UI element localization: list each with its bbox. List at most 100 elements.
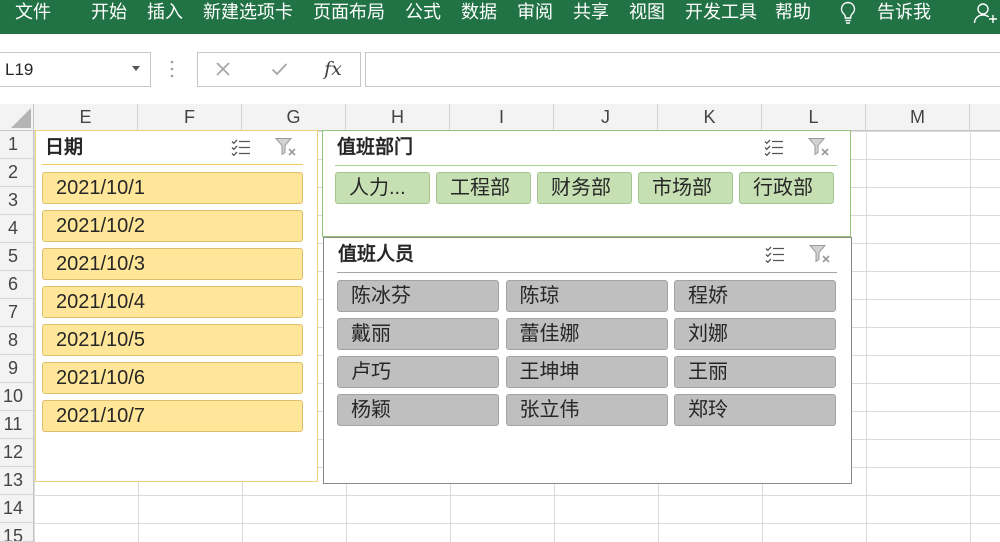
department-slicer: 值班部门 人力... 工程部 财务部 市场部 行政部 [322,130,851,237]
row-header-6[interactable]: 6 [0,271,33,299]
multi-select-icon[interactable] [231,138,251,156]
staff-item-button[interactable]: 陈冰芬 [337,280,499,312]
row-header-8[interactable]: 8 [0,327,33,355]
slicer-item-label: 刘娜 [688,323,728,345]
column-header-k[interactable]: K [658,104,762,130]
check-icon[interactable] [271,62,288,76]
date-item-button[interactable]: 2021/10/5 [42,324,303,356]
row-header-12[interactable]: 12 [0,439,33,467]
staff-item-button[interactable]: 郑玲 [674,394,836,426]
staff-item-button[interactable]: 杨颖 [337,394,499,426]
slicer-header-divider [337,272,837,273]
staff-item-button[interactable]: 戴丽 [337,318,499,350]
slicer-item-label: 2021/10/6 [56,367,145,389]
slicer-title: 值班部门 [337,137,414,158]
select-all-triangle-icon[interactable] [0,104,34,130]
slicer-item-label: 王坤坤 [519,361,580,383]
column-header-l[interactable]: L [762,104,866,130]
ribbon-tab-bar: 文件 开始 插入 新建选项卡 页面布局 公式 数据 审阅 共享 视图 开发工具 … [0,0,1000,34]
row-header-7[interactable]: 7 [0,299,33,327]
slicer-item-label: 2021/10/3 [56,253,145,275]
tab-file[interactable]: 文件 [15,0,51,26]
slicer-title: 值班人员 [338,244,415,265]
tab-data[interactable]: 数据 [461,0,497,26]
slicer-item-label: 程娇 [688,285,728,307]
tab-help[interactable]: 帮助 [775,0,811,26]
staff-item-button[interactable]: 陈琼 [505,280,668,312]
column-header-e[interactable]: E [34,104,138,130]
slicer-item-label: 张立伟 [519,399,580,421]
formula-bar: L19 fx [0,34,1000,104]
tab-formulas[interactable]: 公式 [405,0,441,26]
column-header-i[interactable]: I [450,104,554,130]
date-item-button[interactable]: 2021/10/6 [42,362,303,394]
row-header-9[interactable]: 9 [0,355,33,383]
column-header-f[interactable]: F [138,104,242,130]
cross-icon[interactable] [215,61,231,77]
tab-insert[interactable]: 插入 [147,0,183,26]
slicer-item-label: 财务部 [551,177,611,199]
insert-function-button[interactable]: fx [322,53,344,86]
staff-item-button[interactable]: 程娇 [674,280,836,312]
slicer-item-label: 2021/10/5 [56,329,145,351]
tab-page-layout[interactable]: 页面布局 [313,0,385,26]
clear-filter-icon[interactable] [809,244,831,264]
tab-review[interactable]: 审阅 [517,0,553,26]
column-header-row: EFGHIJKLM [0,104,1000,131]
row-header-10[interactable]: 10 [0,383,33,411]
column-header-h[interactable]: H [346,104,450,130]
staff-item-button[interactable]: 刘娜 [674,318,836,350]
row-header-11[interactable]: 11 [0,411,33,439]
chevron-down-icon[interactable] [132,66,140,71]
slicer-header-divider [42,164,303,165]
tab-developer[interactable]: 开发工具 [685,0,757,26]
add-person-icon[interactable] [973,1,999,25]
slicer-item-label: 蕾佳娜 [519,323,580,345]
row-header-15[interactable]: 15 [0,523,33,542]
slicer-item-label: 人力... [349,177,406,199]
date-item-button[interactable]: 2021/10/7 [42,400,303,432]
row-header-5[interactable]: 5 [0,243,33,271]
department-item-button[interactable]: 市场部 [638,172,733,204]
staff-item-button[interactable]: 蕾佳娜 [505,318,668,350]
department-item-button[interactable]: 行政部 [739,172,834,204]
lightbulb-icon[interactable] [839,1,857,25]
row-header-3[interactable]: 3 [0,187,33,215]
date-item-button[interactable]: 2021/10/1 [42,172,303,204]
staff-item-button[interactable]: 张立伟 [505,394,668,426]
staff-item-button[interactable]: 王丽 [674,356,836,388]
date-item-button[interactable]: 2021/10/2 [42,210,303,242]
column-header-j[interactable]: J [554,104,658,130]
staff-item-button[interactable]: 卢巧 [337,356,499,388]
date-item-button[interactable]: 2021/10/4 [42,286,303,318]
slicer-item-label: 市场部 [652,177,712,199]
tell-me-search[interactable]: 告诉我 [877,0,931,26]
tab-home[interactable]: 开始 [91,0,127,26]
staff-slicer: 值班人员 陈冰芬 陈琼 程娇戴丽 蕾佳娜 刘娜卢巧 王坤坤 王丽杨颖 张立伟 郑玲 [323,237,852,484]
slicer-item-label: 2021/10/1 [56,177,145,199]
row-header-14[interactable]: 14 [0,495,33,523]
department-item-button[interactable]: 人力... [335,172,430,204]
date-item-button[interactable]: 2021/10/3 [42,248,303,280]
vertical-dots-icon[interactable] [169,59,175,79]
tab-view[interactable]: 视图 [629,0,665,26]
department-item-button[interactable]: 工程部 [436,172,531,204]
column-header-m[interactable]: M [866,104,970,130]
row-header-1[interactable]: 1 [0,131,33,159]
name-box-value: L19 [5,60,34,79]
row-header-2[interactable]: 2 [0,159,33,187]
clear-filter-icon[interactable] [275,137,297,157]
staff-item-button[interactable]: 王坤坤 [505,356,668,388]
tab-share[interactable]: 共享 [573,0,609,26]
column-header-g[interactable]: G [242,104,346,130]
row-header-13[interactable]: 13 [0,467,33,495]
name-box[interactable]: L19 [0,52,151,87]
tab-new-tab[interactable]: 新建选项卡 [203,0,293,26]
row-header-4[interactable]: 4 [0,215,33,243]
clear-filter-icon[interactable] [808,137,830,157]
formula-input[interactable] [365,52,1000,87]
slicer-item-label: 王丽 [688,361,728,383]
multi-select-icon[interactable] [765,245,785,263]
department-item-button[interactable]: 财务部 [537,172,632,204]
multi-select-icon[interactable] [764,138,784,156]
